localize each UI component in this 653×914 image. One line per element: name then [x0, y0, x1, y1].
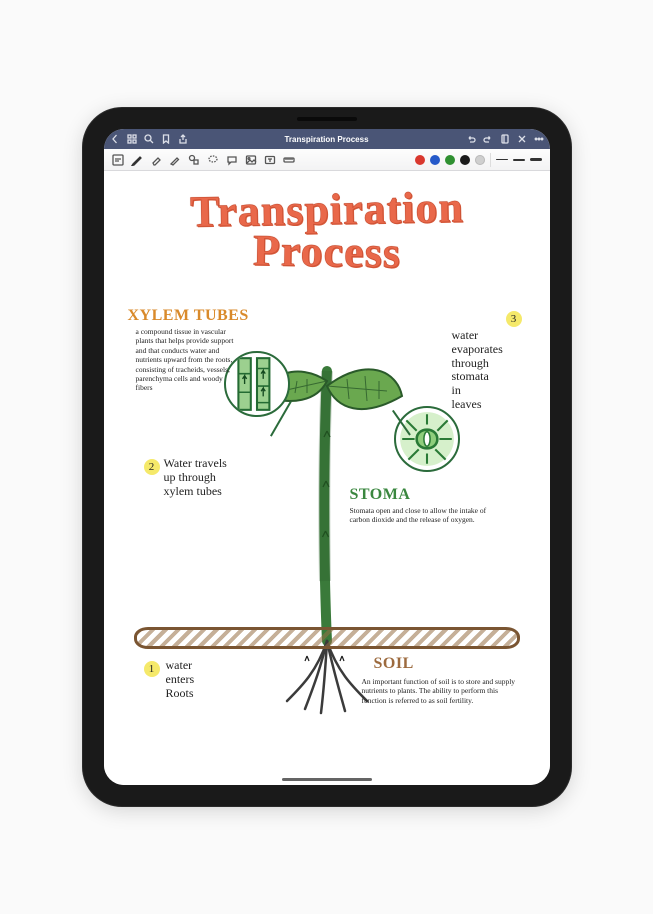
soil-band — [134, 627, 520, 649]
textbox-tool-icon[interactable] — [264, 154, 276, 166]
comment-tool-icon[interactable] — [226, 154, 238, 166]
shapes-tool-icon[interactable] — [188, 154, 200, 166]
color-black[interactable] — [460, 155, 470, 165]
stoma-magnifier — [394, 406, 460, 472]
image-tool-icon[interactable] — [245, 154, 257, 166]
app-screen: Transpiration Process — [104, 129, 550, 785]
back-icon[interactable] — [110, 134, 120, 144]
eraser-tool-icon[interactable] — [150, 154, 162, 166]
toolbar-divider — [490, 153, 491, 167]
xylem-desc: a compound tissue in vascular plants tha… — [136, 327, 236, 393]
stroke-thick[interactable] — [530, 158, 542, 161]
stoma-heading: STOMA — [350, 486, 411, 504]
note-title: Transpiration Process — [104, 171, 550, 273]
camera-notch — [297, 117, 357, 121]
soil-heading: SOIL — [374, 655, 414, 673]
undo-icon[interactable] — [466, 134, 476, 144]
diagram-area: XYLEM TUBES a compound tissue in vascula… — [104, 301, 550, 785]
step-2-text: Water travels up through xylem tubes — [164, 457, 284, 498]
ipad-device-frame: Transpiration Process — [82, 107, 572, 807]
app-titlebar: Transpiration Process — [104, 129, 550, 149]
readonly-tool-icon[interactable] — [112, 154, 124, 166]
redo-icon[interactable] — [483, 134, 493, 144]
color-red[interactable] — [415, 155, 425, 165]
notebook-icon[interactable] — [500, 134, 510, 144]
xylem-heading: XYLEM TUBES — [128, 307, 249, 325]
document-title: Transpiration Process — [194, 135, 460, 144]
stroke-med[interactable] — [513, 159, 525, 161]
grid-icon[interactable] — [127, 134, 137, 144]
close-icon[interactable] — [517, 134, 527, 144]
more-icon[interactable] — [534, 134, 544, 144]
lasso-tool-icon[interactable] — [207, 154, 219, 166]
highlighter-tool-icon[interactable] — [169, 154, 181, 166]
color-green[interactable] — [445, 155, 455, 165]
share-icon[interactable] — [178, 134, 188, 144]
pen-tool-icon[interactable] — [131, 154, 143, 166]
bookmark-icon[interactable] — [161, 134, 171, 144]
stoma-desc: Stomata open and close to allow the inta… — [350, 506, 490, 525]
ruler-tool-icon[interactable] — [283, 154, 295, 166]
step-3-text: water evaporates through stomata in leav… — [452, 329, 530, 412]
step-1-text: water enters Roots — [166, 659, 266, 700]
note-title-line2: Process — [104, 227, 550, 277]
color-blue[interactable] — [430, 155, 440, 165]
soil-desc: An important function of soil is to stor… — [362, 677, 522, 705]
stroke-thin[interactable] — [496, 159, 508, 160]
color-grey[interactable] — [475, 155, 485, 165]
home-indicator[interactable] — [282, 778, 372, 781]
search-icon[interactable] — [144, 134, 154, 144]
step-2-badge: 2 — [144, 459, 160, 475]
note-canvas[interactable]: Transpiration Process — [104, 171, 550, 785]
tool-toolbar — [104, 149, 550, 171]
step-3-badge: 3 — [506, 311, 522, 327]
step-1-badge: 1 — [144, 661, 160, 677]
